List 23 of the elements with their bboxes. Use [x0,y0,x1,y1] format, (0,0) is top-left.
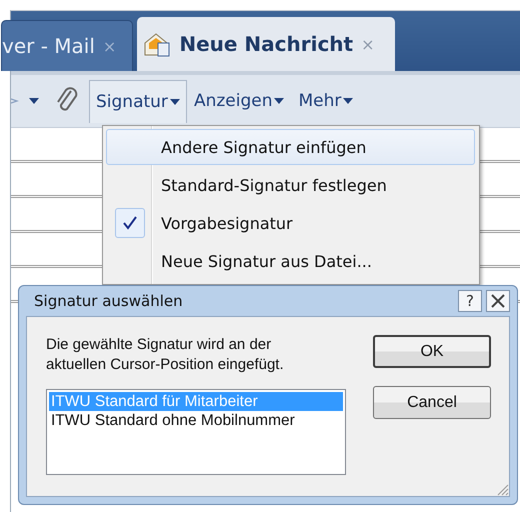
tab[interactable]: ver - Mail × [1,20,134,71]
signature-list[interactable]: ITWU Standard für Mitarbeiter ITWU Standard ohne Mobilnummer [46,389,346,475]
help-button[interactable]: ? [458,290,482,312]
dialog-title: Signatur auswählen [33,292,184,310]
caret-icon[interactable] [29,98,39,104]
list-item[interactable]: ITWU Standard ohne Mobilnummer [49,411,343,430]
toolbar-menu[interactable]: Signatur [89,80,187,122]
toolbar-menu[interactable]: Mehr [291,80,360,122]
dialog-button[interactable]: Cancel [373,386,491,419]
caret-icon [274,98,284,104]
menu-item[interactable]: Neue Signatur aus Datei... [106,243,475,279]
close-button[interactable] [486,290,510,312]
mail-icon [143,31,172,57]
caret-icon [170,98,180,104]
dialog-message: Die gewählte Signatur wird an der aktuellen Cursor-Position eingefügt. [46,335,285,375]
resize-grip-icon[interactable] [495,482,509,496]
dialog-button[interactable]: OK [373,335,491,368]
toolbar-menu[interactable]: Anzeigen [186,80,292,122]
menu-item[interactable]: Standard-Signatur festlegen [106,167,475,203]
caret-icon [343,98,354,104]
menu-item[interactable]: Andere Signatur einfügen [106,129,475,165]
menu-item[interactable]: Vorgabesignatur [106,205,475,241]
tab[interactable]: Neue Nachricht × [137,17,395,71]
